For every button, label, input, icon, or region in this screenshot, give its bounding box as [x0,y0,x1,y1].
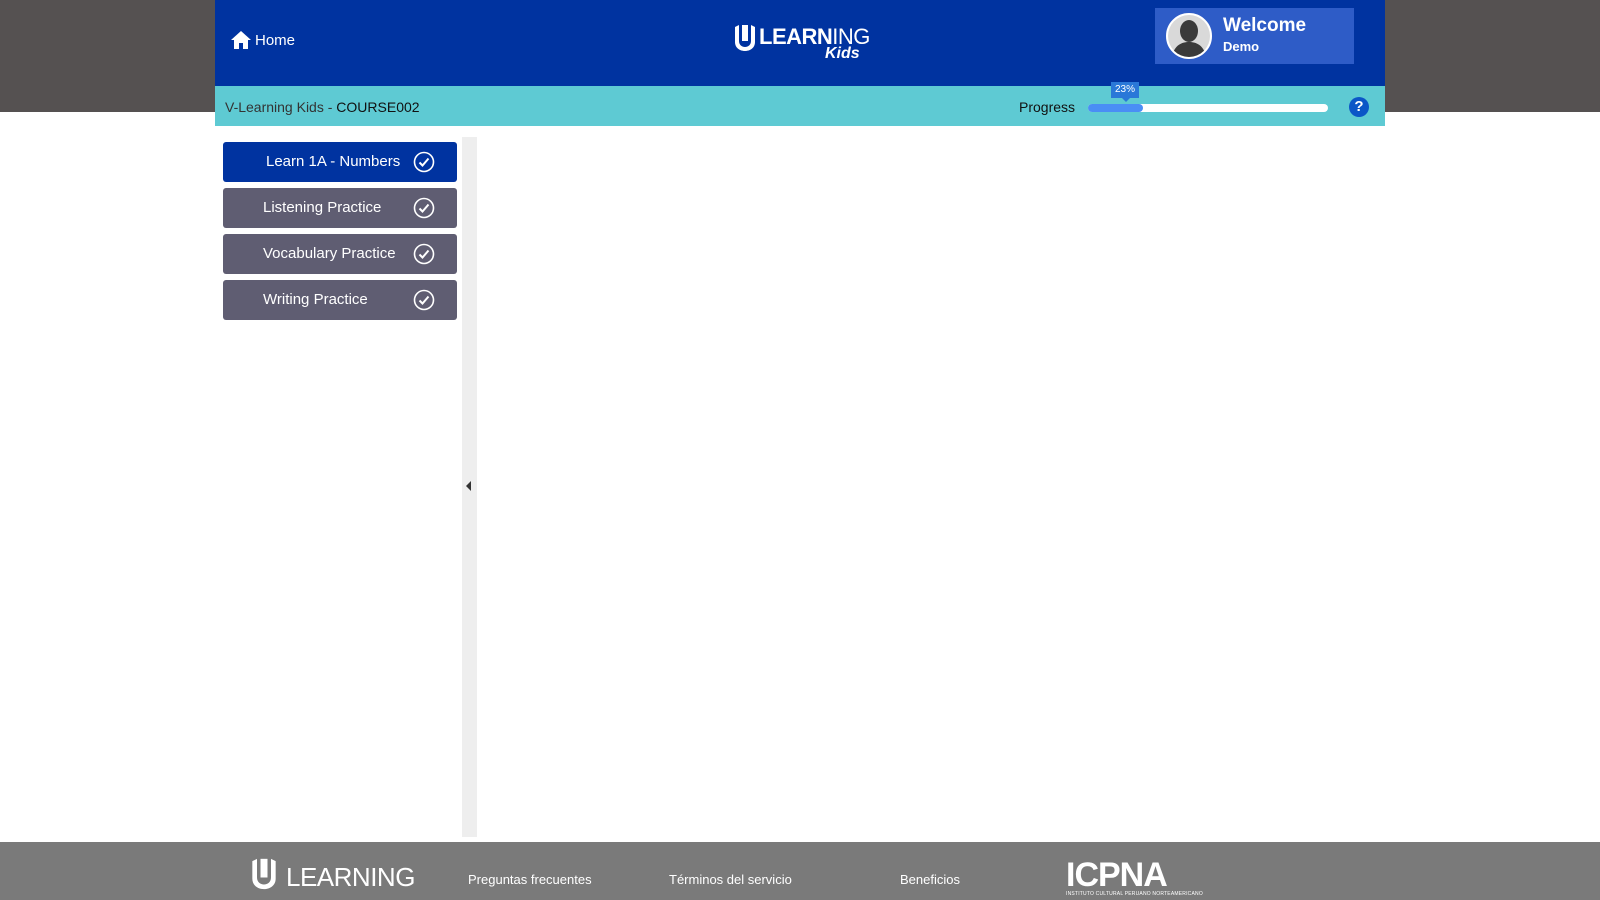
course-code: COURSE002 [336,99,420,115]
lesson-item-listening-practice[interactable]: Listening Practice [223,188,457,228]
header: Home LEARNING Kids Welcome Demo [215,0,1385,86]
footer-vlearning-logo: LEARNING [250,856,415,896]
lesson-sidebar: Learn 1A - Numbers Listening Practice Vo… [223,142,457,326]
logo-sub: Kids [825,45,860,62]
progress-bar [1088,104,1328,112]
lesson-label: Learn 1A - Numbers [266,153,401,170]
icpna-tagline: INSTITUTO CULTURAL PERUANO NORTEAMERICAN… [1066,891,1203,897]
footer: LEARNING Preguntas frecuentes Términos d… [0,842,1600,900]
footer-logo-word: LEARNING [286,862,415,892]
home-icon [231,31,251,49]
welcome-text: Welcome [1223,15,1307,36]
lesson-label: Listening Practice [263,199,382,216]
check-circle-icon [413,151,435,173]
check-circle-icon [413,289,435,311]
help-button[interactable]: ? [1349,97,1369,117]
progress-label: Progress [1019,99,1076,115]
progress-percent-badge: 23% [1111,82,1139,102]
username: Demo [1223,39,1260,54]
lesson-item-vocabulary-practice[interactable]: Vocabulary Practice [223,234,457,274]
course-breadcrumb: V-Learning Kids - COURSE002 [225,99,420,115]
app-container: Home LEARNING Kids Welcome Demo V-Learni… [215,0,1385,842]
collapse-arrow-icon [466,481,471,491]
user-silhouette-icon [1168,15,1210,57]
user-card[interactable]: Welcome Demo [1155,8,1354,64]
lesson-item-learn-1a-numbers[interactable]: Learn 1A - Numbers [223,142,457,182]
vlearning-kids-logo: LEARNING Kids [733,20,870,66]
lesson-item-writing-practice[interactable]: Writing Practice [223,280,457,320]
footer-link-terms[interactable]: Términos del servicio [669,872,792,887]
icpna-logo: ICPNA INSTITUTO CULTURAL PERUANO NORTEAM… [1066,856,1203,898]
footer-link-benefits[interactable]: Beneficios [900,872,960,887]
lesson-label: Writing Practice [263,291,368,308]
home-link[interactable]: Home [229,24,295,56]
sidebar-collapse-handle[interactable] [462,137,477,837]
check-circle-icon [413,197,435,219]
progress-fill [1088,104,1144,112]
icpna-logo-word: ICPNA [1066,856,1168,894]
home-label: Home [255,31,296,49]
footer-logo-mark-icon [252,858,276,890]
check-circle-icon [413,243,435,265]
logo-mark-icon [735,25,755,51]
footer-link-faq[interactable]: Preguntas frecuentes [468,872,592,887]
lesson-label: Vocabulary Practice [263,245,396,262]
course-prefix: V-Learning Kids - [225,99,337,115]
logo-word-bold: LEARN [759,24,833,49]
avatar [1166,13,1212,59]
